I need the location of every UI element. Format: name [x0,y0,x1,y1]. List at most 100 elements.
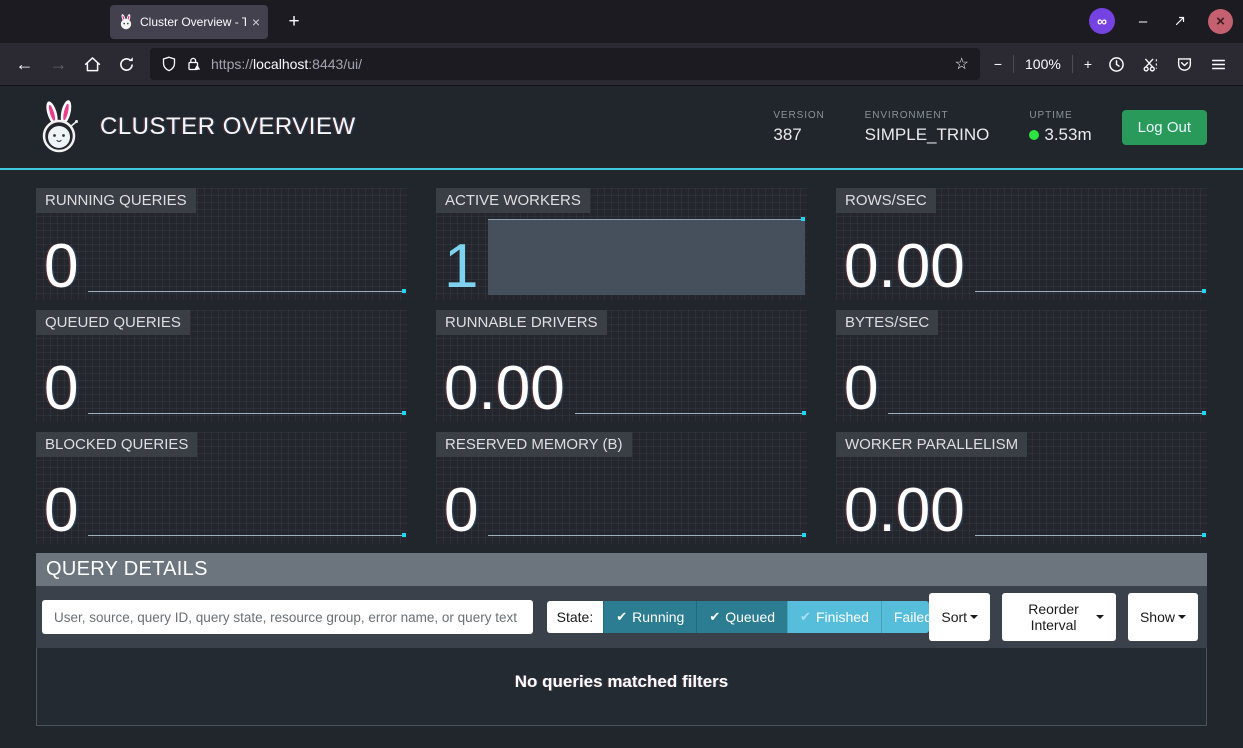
pocket-icon[interactable] [1169,49,1200,80]
page-title: CLUSTER OVERVIEW [100,113,356,141]
zoom-out-button[interactable]: − [994,56,1002,72]
sparkline [488,219,805,295]
new-tab-button[interactable]: + [281,9,307,35]
spark-endpoint-dot [402,533,406,537]
trino-page: CLUSTER OVERVIEW VERSION 387 ENVIRONMENT… [0,86,1243,747]
window-close-button[interactable]: × [1208,9,1233,34]
back-button[interactable]: ← [9,49,40,80]
divider [1013,55,1014,73]
divider [1072,55,1073,73]
url-path: :8443/ui/ [308,56,362,72]
tile-label: RESERVED MEMORY (B) [436,432,632,457]
sort-dropdown[interactable]: Sort [929,593,990,641]
tile-value: 0.00 [844,238,975,295]
sparkline [88,291,405,292]
dropdown-label: Reorder Interval [1014,601,1093,633]
browser-navbar: ← → https://localhost:8443/ui/ ☆ − 100% … [0,43,1243,86]
state-button-label: Finished [816,609,869,625]
caret-down-icon [970,615,978,619]
trino-favicon-icon [118,14,134,30]
tile-running-queries: RUNNING QUERIES 0 [36,188,407,300]
browser-titlebar: Cluster Overview - Trino × + ∞ – × [0,0,1243,43]
stat-version: VERSION 387 [773,110,824,145]
stat-value: 3.53m [1029,125,1091,145]
connection-security-lock-icon[interactable] [186,56,202,72]
tab-title: Cluster Overview - Trino [140,15,246,29]
tile-value: 0.00 [444,360,575,417]
tile-label: QUEUED QUERIES [36,310,190,335]
state-filter-group: State: ✔ Running ✔ Queued ✔ Finished Fai… [547,601,930,633]
logout-button[interactable]: Log Out [1122,110,1207,145]
tab-close-icon[interactable]: × [252,15,260,29]
zoom-in-button[interactable]: + [1084,56,1092,72]
forward-button[interactable]: → [43,49,74,80]
bookmark-star-icon[interactable]: ☆ [954,54,968,74]
uptime-status-dot [1029,130,1039,140]
sparkline [575,413,805,414]
toolbar-dropdowns: Sort Reorder Interval Show [929,593,1198,641]
tile-label: RUNNABLE DRIVERS [436,310,607,335]
window-restore-button[interactable] [1171,12,1189,30]
sparkline [88,535,405,536]
stat-label: VERSION [773,110,824,121]
browser-tab[interactable]: Cluster Overview - Trino × [110,5,268,39]
zoom-level[interactable]: 100% [1025,56,1061,72]
reload-button[interactable] [111,49,142,80]
cluster-stats: VERSION 387 ENVIRONMENT SIMPLE_TRINO UPT… [773,110,1091,145]
state-filter-queued[interactable]: ✔ Queued [696,601,787,633]
tile-value: 0 [44,360,88,417]
sparkline [888,413,1205,414]
app-header: CLUSTER OVERVIEW VERSION 387 ENVIRONMENT… [0,86,1243,170]
query-details-panel: QUERY DETAILS State: ✔ Running ✔ Queued … [36,553,1207,726]
tile-value: 0 [844,360,888,417]
state-button-label: Failed [894,609,930,625]
state-button-label: Queued [725,609,775,625]
panel-title: QUERY DETAILS [36,553,1207,586]
url-scheme: https:// [211,56,253,72]
screenshot-scissors-icon[interactable] [1135,49,1166,80]
dropdown-label: Show [1140,609,1175,625]
window-minimize-button[interactable]: – [1134,12,1152,30]
state-button-label: Running [632,609,684,625]
spark-endpoint-dot [802,533,806,537]
show-dropdown[interactable]: Show [1128,593,1198,641]
tile-value: 0 [44,482,88,539]
menu-hamburger-icon[interactable] [1203,49,1234,80]
spark-endpoint-dot [801,217,805,221]
stat-label: ENVIRONMENT [865,110,990,121]
tracking-protection-shield-icon[interactable] [161,56,177,72]
stat-value: 387 [773,125,824,145]
tile-bytes-sec: BYTES/SEC 0 [836,310,1207,422]
state-filter-failed-dropdown[interactable]: Failed [881,601,930,633]
spark-endpoint-dot [1202,533,1206,537]
home-button[interactable] [77,49,108,80]
history-clock-icon[interactable] [1101,49,1132,80]
spark-endpoint-dot [802,411,806,415]
tile-label: BLOCKED QUERIES [36,432,197,457]
tile-label: WORKER PARALLELISM [836,432,1027,457]
sparkline [488,535,805,536]
state-filter-running[interactable]: ✔ Running [603,601,696,633]
url-text[interactable]: https://localhost:8443/ui/ [211,56,945,72]
spark-endpoint-dot [402,289,406,293]
state-filter-label: State: [547,601,604,633]
url-host: localhost [253,56,308,72]
tile-label: ACTIVE WORKERS [436,188,590,213]
tile-worker-parallelism: WORKER PARALLELISM 0.00 [836,432,1207,544]
dropdown-label: Sort [941,609,967,625]
check-icon: ✔ [616,609,627,625]
caret-down-icon [1178,615,1186,619]
tile-blocked-queries: BLOCKED QUERIES 0 [36,432,407,544]
spark-endpoint-dot [1202,289,1206,293]
tile-reserved-memory: RESERVED MEMORY (B) 0 [436,432,807,544]
state-filter-finished[interactable]: ✔ Finished [787,601,881,633]
metrics-grid: RUNNING QUERIES 0 ACTIVE WORKERS 1 ROWS/… [36,188,1207,544]
caret-down-icon [1096,615,1104,619]
stat-label: UPTIME [1029,110,1091,121]
reorder-interval-dropdown[interactable]: Reorder Interval [1002,593,1116,641]
spark-endpoint-dot [402,411,406,415]
url-bar[interactable]: https://localhost:8443/ui/ ☆ [150,48,980,80]
tile-value: 0 [444,482,488,539]
stat-environment: ENVIRONMENT SIMPLE_TRINO [865,110,990,145]
query-search-input[interactable] [42,600,533,634]
